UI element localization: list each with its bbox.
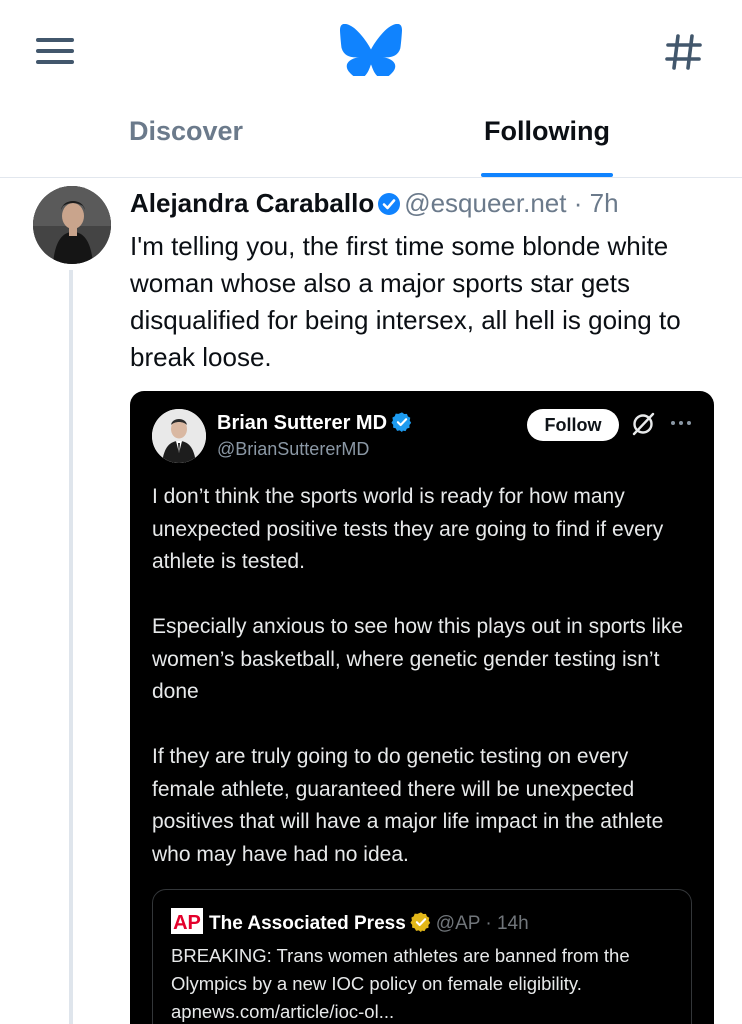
embed-author-name: Brian Sutterer MD	[217, 411, 413, 435]
hamburger-menu-icon[interactable]	[34, 34, 76, 66]
embed-paragraph: If they are truly going to do genetic te…	[152, 745, 664, 866]
thread-line	[69, 270, 73, 1024]
embed-author-handle: @BrianSuttererMD	[217, 439, 370, 459]
quote-time: 14h	[496, 913, 529, 934]
embed-author-name-text: Brian Sutterer MD	[217, 412, 388, 434]
author-handle[interactable]: @esqueer.net	[404, 188, 566, 218]
tab-following[interactable]: Following	[484, 116, 610, 147]
feed-tabs: Discover Following	[0, 100, 742, 178]
quote-author-handle: @AP	[435, 913, 481, 934]
post-time[interactable]: 7h	[590, 188, 619, 218]
svg-text:AP: AP	[173, 912, 201, 934]
embedded-image[interactable]: Brian Sutterer MD @BrianSuttererMD Follo…	[130, 391, 714, 1024]
verified-badge-icon	[378, 193, 401, 215]
avatar[interactable]	[33, 186, 111, 264]
more-dots-icon	[671, 421, 691, 425]
butterfly-logo-icon[interactable]	[340, 24, 402, 76]
embed-paragraph: I don’t think the sports world is ready …	[152, 485, 664, 573]
grok-icon	[632, 412, 655, 436]
quote-header: AP The Associated Press @AP · 14h	[171, 908, 529, 935]
embed-avatar	[152, 409, 206, 463]
quote-text: BREAKING: Trans women athletes are banne…	[171, 945, 630, 1022]
quoted-post: AP The Associated Press @AP · 14h BREAKING…	[152, 889, 692, 1024]
follow-button: Follow	[527, 409, 619, 441]
top-bar	[0, 0, 742, 100]
separator: ·	[573, 188, 583, 218]
author-name[interactable]: Alejandra Caraballo	[130, 188, 374, 218]
ap-logo-icon: AP	[171, 908, 203, 934]
tab-discover[interactable]: Discover	[129, 116, 243, 147]
hash-icon[interactable]	[662, 30, 706, 74]
verified-badge-icon	[391, 412, 412, 433]
active-tab-indicator	[481, 173, 613, 177]
post-header: Alejandra Caraballo @esqueer.net · 7h	[130, 186, 619, 220]
quote-separator: ·	[485, 913, 492, 934]
post-text: I'm telling you, the first time some blo…	[130, 231, 681, 372]
embed-body: I don’t think the sports world is ready …	[152, 481, 697, 904]
gold-verified-badge-icon	[410, 912, 430, 933]
quote-author-name: The Associated Press	[209, 913, 406, 934]
embed-paragraph: Especially anxious to see how this plays…	[152, 615, 684, 703]
